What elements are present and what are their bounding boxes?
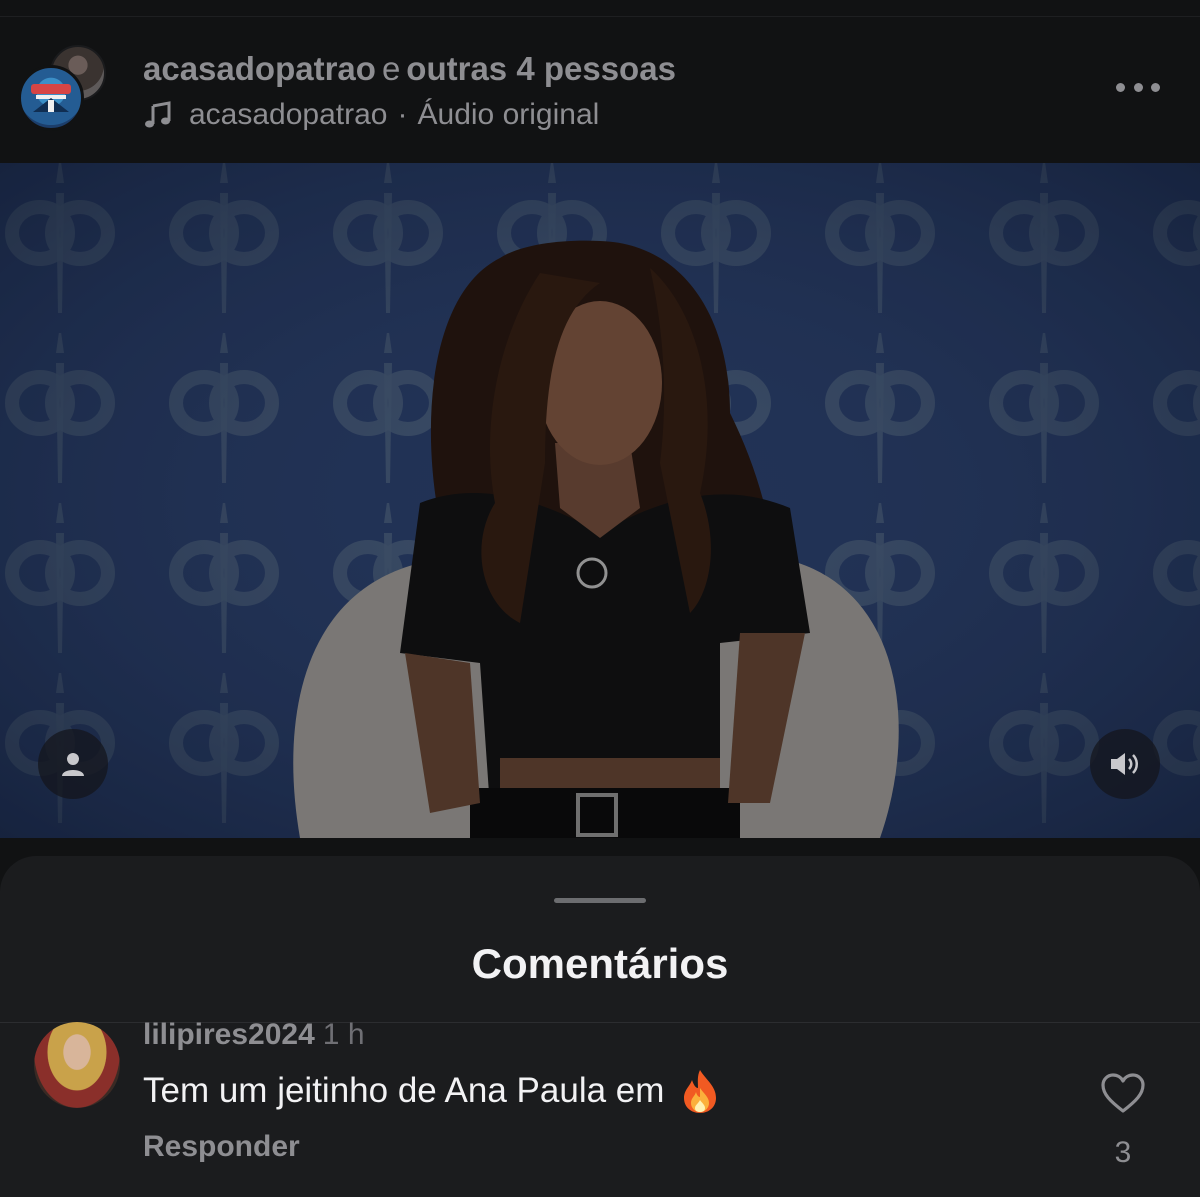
comments-sheet: Comentários lilipires2024 1 h Tem um jeit… [0,856,1200,1197]
comment-text: Tem um jeitinho de Ana Paula em [143,1068,720,1114]
avatar-acasadopatrao[interactable] [18,65,84,131]
comment-body: Tem um jeitinho de Ana Paula em [143,1071,665,1110]
comment-username[interactable]: lilipires2024 [143,1018,315,1051]
fire-icon [684,1070,717,1113]
heart-icon[interactable] [1100,1072,1146,1114]
speaker-icon [1111,753,1138,775]
like-count: 3 [1114,1136,1132,1169]
audio-separator: · [397,98,408,131]
sheet-grabber[interactable] [554,898,646,903]
tagged-people-button[interactable] [38,729,108,799]
reel-screen: acasadopatrao e outras 4 pessoas acasadopa… [0,0,1200,1197]
video-player[interactable] [0,163,1200,838]
audio-username: acasadopatrao [189,98,388,131]
owner-username[interactable]: acasadopatrao [143,50,376,87]
owner-connector: e [381,50,401,87]
audio-label: Áudio original [417,98,600,131]
collab-avatars[interactable] [18,45,110,131]
music-note-icon [145,101,171,128]
comment-time: 1 h [322,1018,365,1051]
person-icon [62,753,84,776]
other-collaborators[interactable]: outras 4 pessoas [406,50,676,87]
audio-attribution[interactable]: acasadopatrao · Áudio original [143,97,599,133]
mute-toggle-button[interactable] [1090,729,1160,799]
reply-button[interactable]: Responder [143,1130,300,1164]
more-options-icon[interactable] [1116,75,1160,99]
reel-owner-line[interactable]: acasadopatrao e outras 4 pessoas [143,49,676,89]
video-gap [0,838,1200,858]
comment-avatar[interactable] [34,1022,120,1108]
reel-header: acasadopatrao e outras 4 pessoas acasadopa… [0,17,1200,163]
video-frame [0,163,1200,838]
comments-title: Comentários [471,940,729,987]
channel-logo-icon [31,84,71,112]
comment-header: lilipires2024 1 h [143,1018,365,1052]
